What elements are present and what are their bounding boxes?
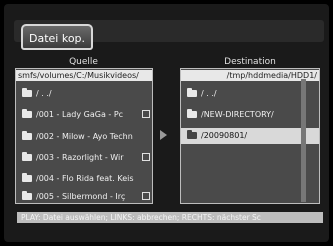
list-item-label: /003 - Razorlight - Wir xyxy=(36,153,124,162)
list-item-label: /005 - Silbermond - Irç xyxy=(36,192,126,201)
status-bar: PLAY: Datei auswählen; LINKS: abbrechen;… xyxy=(17,212,323,223)
source-row-2[interactable]: /002 - Milow - Ayo Techn xyxy=(16,129,152,145)
destination-row-new-directory[interactable]: /NEW-DIRECTORY/ xyxy=(181,107,319,123)
folder-icon xyxy=(187,109,197,118)
source-row-4[interactable]: /004 - Flo Rida feat. Keis xyxy=(16,171,152,187)
list-item-label: /002 - Milow - Ayo Techn xyxy=(36,132,133,141)
folder-icon xyxy=(22,88,32,97)
source-panel: smfs/volumes/C:/Musikvideos/ / . ./ /001… xyxy=(15,68,153,204)
list-item-label: /004 - Flo Rida feat. Keis xyxy=(36,174,134,183)
source-row-1[interactable]: /001 - Lady GaGa - Pc xyxy=(16,107,152,123)
source-header: Quelle xyxy=(69,57,98,67)
folder-icon xyxy=(22,173,32,182)
folder-icon xyxy=(22,109,32,118)
source-path: smfs/volumes/C:/Musikvideos/ xyxy=(16,70,152,81)
destination-row-parent[interactable]: / . ./ xyxy=(181,86,319,102)
list-item-label: / . ./ xyxy=(36,89,52,98)
dialog-title: Datei kop. xyxy=(21,24,93,50)
folder-icon xyxy=(22,131,32,140)
folder-icon xyxy=(187,88,197,97)
destination-path: /tmp/hddmedia/HDD1/ xyxy=(181,70,319,81)
source-row-3[interactable]: /003 - Razorlight - Wir xyxy=(16,150,152,166)
destination-row-selected[interactable]: /20090801/ xyxy=(181,128,319,144)
checkbox-icon[interactable] xyxy=(142,192,150,200)
arrow-right-icon xyxy=(160,130,167,140)
destination-scrollbar[interactable] xyxy=(301,79,306,202)
source-row-5[interactable]: /005 - Silbermond - Irç xyxy=(16,189,152,205)
checkbox-icon[interactable] xyxy=(142,153,150,161)
folder-icon xyxy=(22,191,32,200)
destination-panel: /tmp/hddmedia/HDD1/ / . ./ /NEW-DIRECTOR… xyxy=(180,68,320,204)
list-item-label: /001 - Lady GaGa - Pc xyxy=(36,110,124,119)
list-item-label: /20090801/ xyxy=(201,131,248,140)
list-item-label: /NEW-DIRECTORY/ xyxy=(201,110,274,119)
folder-icon xyxy=(22,152,32,161)
file-copy-screen: Datei kop. Quelle smfs/volumes/C:/Musikv… xyxy=(4,4,329,242)
folder-icon xyxy=(187,130,197,139)
list-item-label: / . ./ xyxy=(201,89,217,98)
destination-header: Destination xyxy=(224,57,276,67)
checkbox-icon[interactable] xyxy=(142,110,150,118)
source-row-parent[interactable]: / . ./ xyxy=(16,86,152,102)
